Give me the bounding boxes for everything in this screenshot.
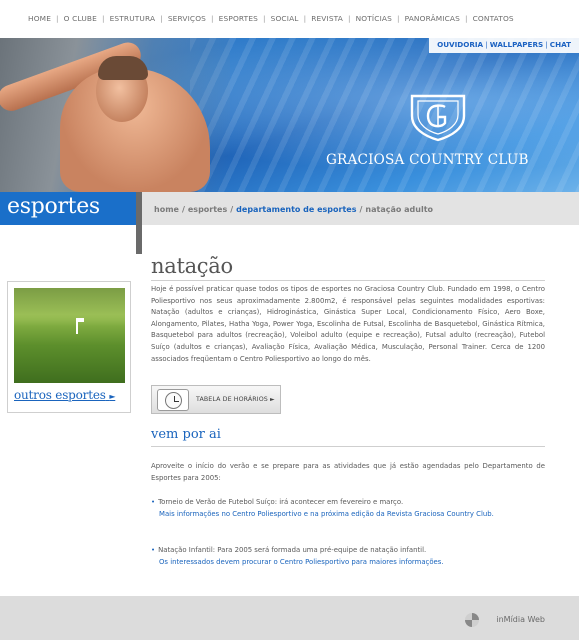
intro-paragraph: Hoje é possível praticar quase todos os … bbox=[151, 285, 545, 363]
arrow-right-icon: ► bbox=[109, 392, 116, 401]
nav-item-estrutura[interactable]: ESTRUTURA | bbox=[110, 14, 168, 23]
schedule-table-button[interactable]: TABELA DE HORÁRIOS ► bbox=[151, 385, 281, 414]
nav-item-noticias[interactable]: NOTÍCIAS | bbox=[356, 14, 405, 23]
title-divider bbox=[151, 280, 545, 281]
inmidia-logo-icon bbox=[465, 613, 479, 627]
breadcrumb: home / esportes / departamento de esportes / n… bbox=[154, 205, 434, 214]
arrow-right-icon: ► bbox=[269, 396, 275, 403]
nav-item-o-clube[interactable]: O CLUBE | bbox=[64, 14, 110, 23]
bullet-icon: • bbox=[151, 546, 156, 554]
nav-item-esportes[interactable]: ESPORTES | bbox=[219, 14, 271, 23]
hero-banner: OUVIDORIA | WALLPAPERS | CHAT GRACIOSA COUNT… bbox=[0, 38, 579, 192]
news-item: • Natação Infantil: Para 2005 será formad… bbox=[151, 545, 551, 568]
news-item: • Torneio de Verão de Futebol Suíço: irá … bbox=[151, 497, 551, 520]
other-sports-link[interactable]: outros esportes ► bbox=[14, 388, 115, 402]
nav-item-home[interactable]: HOME | bbox=[28, 14, 64, 23]
breadcrumb-current: natação adulto bbox=[365, 205, 434, 214]
header-quick-links: OUVIDORIA | WALLPAPERS | CHAT bbox=[429, 38, 579, 53]
nav-item-contatos[interactable]: CONTATOS bbox=[473, 14, 514, 23]
club-logo-icon bbox=[410, 94, 466, 142]
footer-credit-link[interactable]: inMídia Web bbox=[496, 615, 545, 624]
club-name: GRACIOSA COUNTRY CLUB bbox=[326, 152, 529, 168]
golf-course-image[interactable] bbox=[14, 288, 125, 383]
breadcrumb-departamento[interactable]: departamento de esportes bbox=[236, 205, 356, 214]
breadcrumb-home[interactable]: home bbox=[154, 205, 179, 214]
subtitle-divider bbox=[151, 446, 545, 447]
pool-ripples bbox=[190, 38, 579, 192]
news-more-link[interactable]: Os interessados devem procurar o Centro … bbox=[151, 557, 551, 569]
link-wallpapers[interactable]: WALLPAPERS bbox=[490, 40, 543, 49]
side-accent bbox=[136, 192, 142, 254]
news-more-link[interactable]: Mais informações no Centro Poliesportivo… bbox=[151, 509, 551, 521]
upcoming-paragraph: Aproveite o início do verão e se prepare… bbox=[151, 462, 545, 482]
bullet-icon: • bbox=[151, 498, 156, 506]
other-sports-box[interactable]: outros esportes ► bbox=[7, 281, 131, 413]
top-navigation: HOME | O CLUBE | ESTRUTURA | SERVIÇOS | ESPO… bbox=[0, 0, 579, 38]
nav-item-revista[interactable]: REVISTA | bbox=[311, 14, 355, 23]
swimmer-hair bbox=[98, 56, 148, 80]
nav-item-social[interactable]: SOCIAL | bbox=[271, 14, 312, 23]
page-title: natação bbox=[151, 254, 233, 278]
section-subtitle: vem por ai bbox=[151, 427, 221, 442]
breadcrumb-esportes[interactable]: esportes bbox=[188, 205, 227, 214]
nav-list: HOME | O CLUBE | ESTRUTURA | SERVIÇOS | ESPO… bbox=[28, 14, 514, 23]
nav-item-panoramicas[interactable]: PANORÂMICAS | bbox=[405, 14, 473, 23]
link-ouvidoria[interactable]: OUVIDORIA bbox=[437, 40, 483, 49]
link-chat[interactable]: CHAT bbox=[550, 40, 571, 49]
clock-icon bbox=[157, 389, 189, 411]
footer: inMídia Web bbox=[0, 596, 579, 640]
section-title: esportes bbox=[0, 192, 136, 225]
nav-item-servicos[interactable]: SERVIÇOS | bbox=[168, 14, 219, 23]
